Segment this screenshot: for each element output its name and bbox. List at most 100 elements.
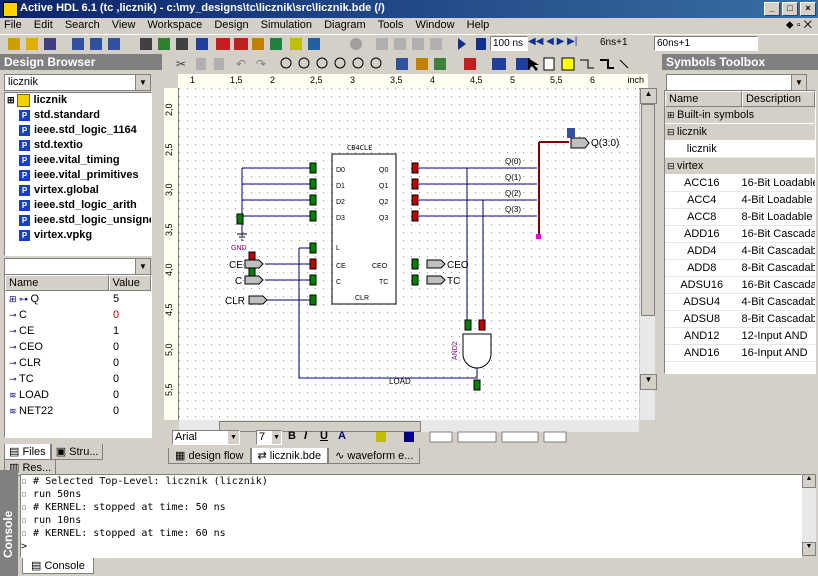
new-workspace-icon bbox=[8, 38, 20, 50]
chevron-down-icon[interactable]: ▼ bbox=[135, 259, 150, 274]
mdi-controls[interactable]: ⬥ ▫ ✕ bbox=[786, 19, 812, 32]
italic-button[interactable]: I bbox=[304, 430, 307, 442]
scroll-down-icon[interactable]: ▼ bbox=[802, 542, 816, 556]
expand-icon[interactable]: ⊞ bbox=[7, 95, 15, 105]
tab-waveform[interactable]: ∿ waveform e... bbox=[328, 448, 421, 464]
library-item[interactable]: Pieee.std_logic_unsigned bbox=[5, 213, 151, 228]
symbol-row[interactable]: ADD16 16-Bit Cascadab bbox=[665, 226, 815, 243]
signal-row[interactable]: ⊸ CEO 0 bbox=[5, 339, 151, 355]
font-size-select[interactable]: 7 ▼ bbox=[256, 430, 282, 445]
value-column-header[interactable]: Value bbox=[108, 275, 151, 291]
expand-icon[interactable]: ⊞ bbox=[667, 110, 677, 120]
symbol-row[interactable]: ADSU16 16-Bit Cascadab bbox=[665, 277, 815, 294]
symbol-row[interactable]: ADD4 4-Bit Cascadab bbox=[665, 243, 815, 260]
menu-simulation[interactable]: Simulation bbox=[257, 18, 317, 31]
bold-button[interactable]: B bbox=[288, 430, 296, 442]
library-item[interactable]: Pieee.vital_timing bbox=[5, 153, 151, 168]
menu-tools[interactable]: Tools bbox=[374, 18, 409, 31]
symbol-desc-column[interactable]: Description bbox=[741, 91, 815, 107]
library-item[interactable]: Pvirtex.global bbox=[5, 183, 151, 198]
console-prompt[interactable]: > bbox=[21, 540, 801, 553]
chevron-down-icon[interactable]: ▼ bbox=[791, 75, 806, 90]
symbols-filter[interactable]: ▼ bbox=[666, 74, 807, 91]
signal-filter[interactable]: ▼ bbox=[4, 258, 151, 275]
expand-icon[interactable]: ⊟ bbox=[667, 127, 677, 137]
menu-edit[interactable]: Edit bbox=[30, 18, 58, 31]
symbols-list[interactable]: Name Description ⊞ Built-in symbols ⊟ lic… bbox=[664, 90, 816, 374]
signal-row[interactable]: ⊞ ⊶ Q 5 bbox=[5, 291, 151, 307]
font-color-button[interactable]: A bbox=[338, 430, 346, 442]
menu-search[interactable]: Search bbox=[61, 18, 105, 31]
and2-gate[interactable] bbox=[462, 333, 492, 369]
menu-diagram[interactable]: Diagram bbox=[320, 18, 371, 31]
font-name-select[interactable]: Arial ▼ bbox=[172, 430, 240, 445]
signal-row[interactable]: ≋ NET22 0 bbox=[5, 403, 151, 419]
bus-port[interactable] bbox=[570, 137, 590, 149]
symbol-row[interactable]: ACC4 4-Bit Loadable bbox=[665, 192, 815, 209]
menu-design[interactable]: Design bbox=[210, 18, 253, 31]
symbol-row[interactable]: ADSU4 4-Bit Cascadab bbox=[665, 294, 815, 311]
expand-icon[interactable]: ⊟ bbox=[667, 161, 677, 171]
library-item[interactable]: Pieee.std_logic_arith bbox=[5, 198, 151, 213]
library-item[interactable]: Pieee.std_logic_1164 bbox=[5, 123, 151, 138]
scroll-thumb[interactable] bbox=[641, 104, 655, 316]
tab-files[interactable]: ▤ Files bbox=[4, 444, 51, 460]
library-item[interactable]: Pieee.vital_primitives bbox=[5, 168, 151, 183]
menu-view[interactable]: View bbox=[108, 18, 141, 31]
tab-console[interactable]: ▤ Console bbox=[22, 558, 94, 574]
symbol-group[interactable]: ⊟ virtex bbox=[665, 158, 815, 175]
library-item[interactable]: Pstd.standard bbox=[5, 108, 151, 123]
menu-help[interactable]: Help bbox=[463, 18, 495, 31]
sim-time-input[interactable]: 100 ns bbox=[490, 36, 528, 51]
symbol-name-column[interactable]: Name bbox=[665, 91, 742, 107]
library-item[interactable]: Pstd.textio bbox=[5, 138, 151, 153]
tab-design-flow[interactable]: ▦ design flow bbox=[168, 448, 251, 464]
name-column-header[interactable]: Name bbox=[5, 275, 109, 291]
underline-button[interactable]: U bbox=[320, 430, 328, 442]
signal-row[interactable]: ⊸ CLR 0 bbox=[5, 355, 151, 371]
close-button[interactable]: × bbox=[800, 2, 816, 16]
app-icon[interactable] bbox=[3, 2, 18, 17]
menu-workspace[interactable]: Workspace bbox=[143, 18, 207, 31]
step-controls[interactable]: ◀◀ ◀ ▶ ▶| bbox=[528, 36, 577, 47]
symbol-row[interactable]: AND12 12-Input AND bbox=[665, 328, 815, 345]
library-item-label: ieee.vital_primitives bbox=[34, 169, 139, 181]
design-selector[interactable]: licznik ▼ bbox=[4, 74, 151, 91]
library-item[interactable]: Pvirtex.vpkg bbox=[5, 228, 151, 243]
menu-file[interactable]: File bbox=[0, 18, 27, 31]
schematic-canvas[interactable]: CB4CLE D0 D1 D2 D3 L CE C CLR Q0 Q1 Q2 Q… bbox=[179, 88, 639, 420]
library-item[interactable]: ⊞ licznik bbox=[5, 93, 151, 108]
signal-row[interactable]: ⊸ TC 0 bbox=[5, 371, 151, 387]
maximize-button[interactable]: □ bbox=[782, 2, 798, 16]
scroll-down-icon[interactable]: ▼ bbox=[640, 374, 657, 390]
symbol-group[interactable]: ⊟ licznik bbox=[665, 124, 815, 141]
signal-row[interactable]: ≋ LOAD 0 bbox=[5, 387, 151, 403]
chevron-down-icon[interactable]: ▼ bbox=[272, 431, 281, 444]
signal-row[interactable]: ⊸ C 0 bbox=[5, 307, 151, 323]
signal-list[interactable]: Name Value ⊞ ⊶ Q 5 ⊸ C 0 ⊸ CE 1 ⊸ CEO 0 ⊸ CL… bbox=[4, 274, 152, 438]
signal-row[interactable]: ⊸ CE 1 bbox=[5, 323, 151, 339]
scroll-up-icon[interactable]: ▲ bbox=[802, 474, 816, 488]
console-scrollbar[interactable]: ▲ ▼ bbox=[802, 474, 816, 556]
symbol-row[interactable]: licznik bbox=[665, 141, 815, 158]
chevron-down-icon[interactable]: ▼ bbox=[228, 431, 239, 444]
line-style-controls[interactable] bbox=[372, 430, 652, 444]
symbol-row[interactable]: ADD8 8-Bit Cascadab bbox=[665, 260, 815, 277]
library-tree[interactable]: ⊞ licznik Pstd.standard Pieee.std_logic_116… bbox=[4, 92, 152, 256]
symbol-row[interactable]: AND16 16-Input AND bbox=[665, 345, 815, 362]
symbol-row[interactable]: ACC8 8-Bit Loadable bbox=[665, 209, 815, 226]
editor-vscrollbar[interactable]: ▲ ▼ bbox=[640, 88, 657, 420]
tab-licznik-bde[interactable]: ⇄ licznik.bde bbox=[250, 448, 329, 464]
scroll-up-icon[interactable]: ▲ bbox=[640, 88, 657, 104]
arrow-start-icon bbox=[501, 431, 539, 443]
tab-structure[interactable]: ▣ Stru... bbox=[50, 444, 104, 460]
chevron-down-icon[interactable]: ▼ bbox=[135, 75, 150, 90]
diagram-toolbar[interactable]: ✂ ↶ ↷ bbox=[164, 54, 660, 74]
symbol-row[interactable]: ACC16 16-Bit Loadable bbox=[665, 175, 815, 192]
menu-window[interactable]: Window bbox=[411, 18, 459, 31]
symbol-row[interactable]: ADSU8 8-Bit Cascadab bbox=[665, 311, 815, 328]
browser-tabs: ▤ Files ▣ Stru...▥ Res... bbox=[4, 444, 154, 476]
console-output[interactable]: ▫ # Selected Top-Level: licznik (licznik… bbox=[20, 474, 802, 558]
minimize-button[interactable]: _ bbox=[764, 2, 780, 16]
symbol-group[interactable]: ⊞ Built-in symbols bbox=[665, 107, 815, 124]
